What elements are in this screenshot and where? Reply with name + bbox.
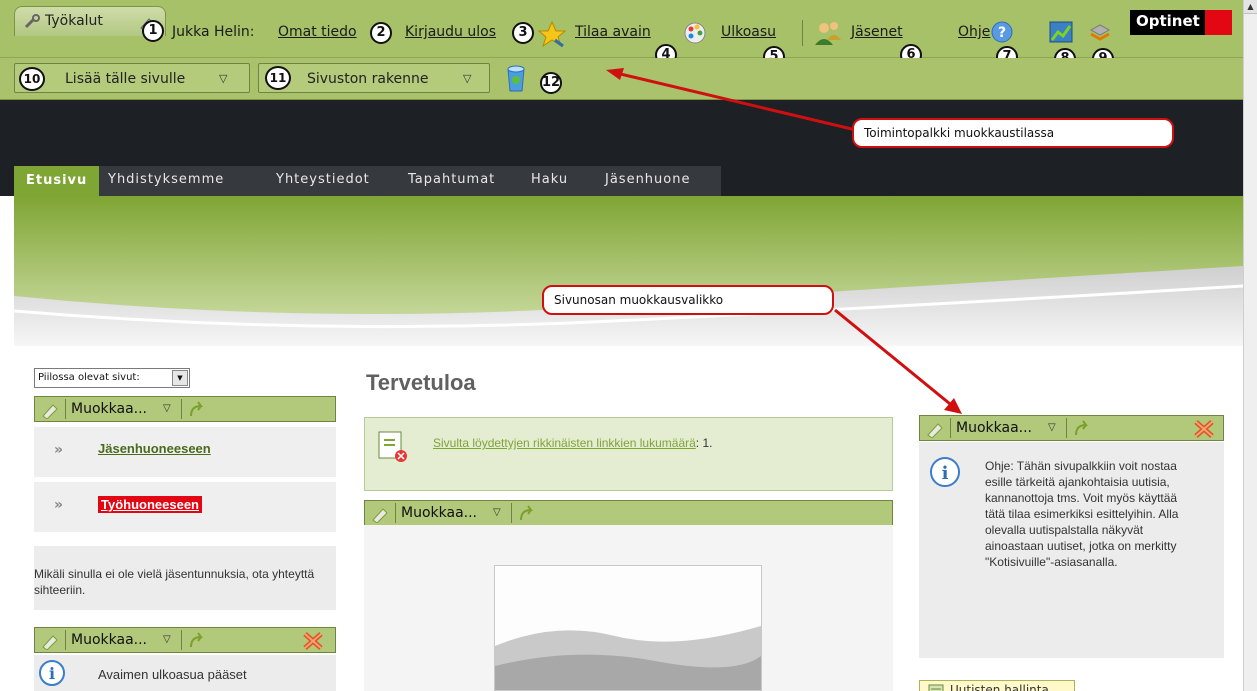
callout-section-menu: Sivunosan muokkausvalikko [542,285,834,315]
move-arrow-icon[interactable] [517,504,535,522]
landscape-image [494,565,762,691]
callout-toolbar-mode: Toimintopalkki muokkaustilassa [852,118,1174,148]
edit-menu-label[interactable]: Muokkaa... [956,420,1032,436]
link-jasenhuoneeseen[interactable]: Jäsenhuoneeseen [98,441,211,456]
move-arrow-icon[interactable] [187,631,205,649]
link-box-jasenhuone: » Jäsenhuoneeseen [34,427,336,477]
edit-bar-separator [395,503,396,523]
edit-bar-separator [181,399,182,419]
hidden-pages-select-label: Piilossa olevat sivut: [38,372,140,383]
edit-bar-separator [1066,418,1067,438]
chevron-down-icon[interactable]: ▽ [163,634,171,645]
main-edit-bar: Muokkaa... ▽ [364,500,893,526]
landscape-image-graphic [495,566,761,690]
left-edit-bar-1: Muokkaa... ▽ [34,396,336,422]
left-edit-bar-2: Muokkaa... ▽ [34,627,336,653]
edit-menu-label[interactable]: Muokkaa... [71,401,147,417]
svg-text:i: i [49,664,55,683]
move-arrow-icon[interactable] [187,400,205,418]
right-edit-bar: Muokkaa... ▽ [919,415,1224,441]
member-info-text: Mikäli sinulla ei ole vielä jäsentunnuks… [34,567,315,597]
chevron-down-icon[interactable]: ▽ [493,507,501,518]
key-info-text: Avaimen ulkoasua pääset [98,667,247,682]
chevron-down-icon[interactable]: ▽ [163,403,171,414]
link-tyohuoneeseen[interactable]: Työhuoneeseen [98,496,203,513]
sidebar-help-box: i Ohje: Tähän sivupalkkiin voit nostaa e… [919,442,1224,658]
broken-links-link[interactable]: Sivulta löydettyjen rikkinäisten linkkie… [433,436,696,450]
broken-link-icon [378,431,407,462]
hidden-pages-select[interactable]: Piilossa olevat sivut: ▼ [34,368,190,388]
svg-text:i: i [942,463,949,484]
pencil-icon [42,404,58,419]
news-icon [928,684,944,691]
scroll-up-icon[interactable]: ▲ [1244,0,1257,14]
info-icon: i [39,660,65,686]
news-management-button[interactable]: Uutisten hallinta [919,680,1075,691]
member-info-box: Mikäli sinulla ei ole vielä jäsentunnuks… [34,546,336,610]
info-icon: i [930,457,960,487]
edit-bar-separator [65,630,66,650]
broken-links-count: : 1. [695,436,713,450]
link-box-tyohuone: » Työhuoneeseen [34,482,336,532]
move-arrow-icon[interactable] [1072,419,1090,437]
double-chevron-icon: » [54,497,63,513]
vertical-scrollbar[interactable]: ▲ [1243,0,1257,691]
double-chevron-icon: » [54,442,63,458]
broken-links-box: Sivulta löydettyjen rikkinäisten linkkie… [364,417,893,491]
edit-bar-separator [950,418,951,438]
select-arrow-icon: ▼ [172,370,188,386]
edit-menu-label[interactable]: Muokkaa... [71,632,147,648]
news-management-label: Uutisten hallinta [950,683,1049,691]
edit-bar-separator [65,399,66,419]
edit-menu-label[interactable]: Muokkaa... [401,505,477,521]
broken-links-text: Sivulta löydettyjen rikkinäisten linkkie… [433,436,712,450]
chevron-down-icon[interactable]: ▽ [1048,422,1056,433]
key-info-box: i Avaimen ulkoasua pääset [34,655,336,691]
delete-icon[interactable] [301,630,325,652]
page-title: Tervetuloa [366,370,476,395]
pencil-icon [372,508,388,523]
edit-bar-separator [511,503,512,523]
edit-bar-separator [181,630,182,650]
sidebar-help-text: Ohje: Tähän sivupalkkiin voit nostaa esi… [985,459,1179,569]
pencil-icon [42,635,58,650]
pencil-icon [927,423,943,438]
delete-icon[interactable] [1192,418,1216,440]
